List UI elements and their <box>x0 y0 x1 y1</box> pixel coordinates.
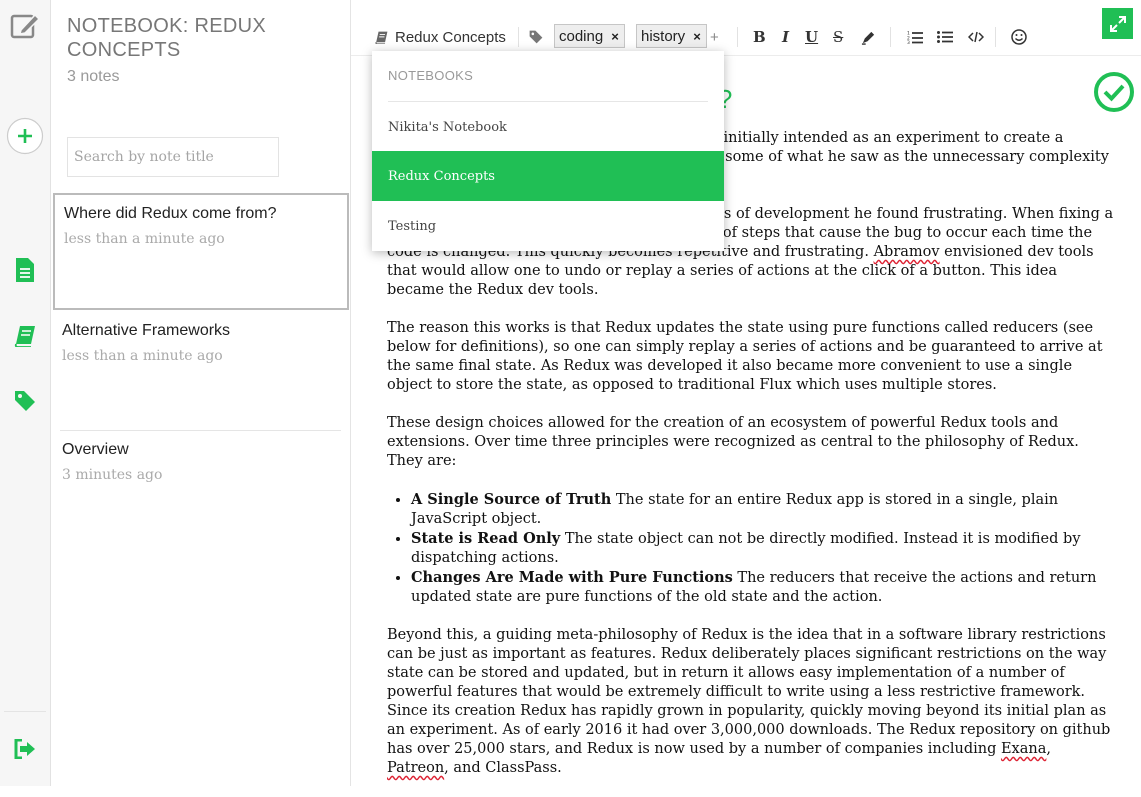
text-run: A Single Source of Truth <box>411 491 612 508</box>
note-title: Alternative Frameworks <box>62 322 231 339</box>
tag-label: history <box>641 27 686 45</box>
note-timestamp: 3 minutes ago <box>62 467 163 483</box>
expand-icon <box>1109 15 1126 32</box>
dropdown-header: NOTEBOOKS <box>388 68 474 83</box>
paragraph: The reason this works is that Redux upda… <box>387 320 1103 393</box>
note-list-panel: NOTEBOOK: REDUX CONCEPTS 3 notes Where d… <box>51 0 351 786</box>
paragraph: These design choices allowed for the cre… <box>387 415 1079 469</box>
code-icon[interactable] <box>968 26 984 48</box>
note-title: Overview <box>62 441 129 458</box>
plus-circle-icon <box>6 117 44 155</box>
note-timestamp: less than a minute ago <box>64 231 225 247</box>
paragraph: Beyond this, a guiding meta-philosophy o… <box>387 627 1107 700</box>
paragraph: Since its creation Redux has rapidly gro… <box>387 702 1117 778</box>
notebook-selector[interactable]: Redux Concepts <box>375 26 506 48</box>
text-run: , <box>1046 741 1051 757</box>
notebook-title: NOTEBOOK: REDUX CONCEPTS <box>67 15 266 61</box>
text-run: State is Read Only <box>411 530 561 547</box>
bold-button[interactable]: B <box>753 26 766 48</box>
editor-toolbar: Redux Concepts coding × history × + B I … <box>351 0 1141 56</box>
highlight-icon[interactable] <box>861 26 876 48</box>
notebooks-icon[interactable] <box>0 322 50 350</box>
toolbar-divider <box>518 27 519 47</box>
tag-chip: history × <box>636 24 707 48</box>
dropdown-item[interactable]: Testing <box>372 201 724 251</box>
svg-text:3: 3 <box>907 40 910 44</box>
principles-list: A Single Source of Truth The state for a… <box>387 490 1117 607</box>
toolbar-divider <box>737 27 738 47</box>
strikethrough-button[interactable]: S <box>833 26 843 48</box>
note-timestamp: less than a minute ago <box>62 348 223 364</box>
text-run: Abramov <box>873 244 940 260</box>
list-item: Changes Are Made with Pure Functions The… <box>411 568 1117 607</box>
note-item[interactable]: Alternative Frameworks less than a minut… <box>53 312 349 429</box>
tag-label: coding <box>559 27 604 45</box>
note-item[interactable]: Where did Redux come from? less than a m… <box>53 193 349 310</box>
text-run: Exana <box>1000 741 1047 757</box>
text-run: , and ClassPass. <box>444 760 562 776</box>
notes-icon[interactable] <box>0 256 50 284</box>
dropdown-item-selected[interactable]: Redux Concepts <box>372 151 724 201</box>
text-run: Changes Are Made with Pure Functions <box>411 569 733 586</box>
tags-icon[interactable] <box>0 389 50 413</box>
list-item: State is Read Only The state object can … <box>411 529 1117 568</box>
emoji-icon[interactable] <box>1011 26 1027 48</box>
remove-tag-icon[interactable]: × <box>611 29 619 44</box>
expand-button[interactable] <box>1102 8 1133 39</box>
add-notebook-button[interactable] <box>0 117 50 155</box>
notebook-dropdown: NOTEBOOKS Nikita's Notebook Redux Concep… <box>372 51 724 251</box>
ordered-list-icon[interactable]: 1 2 3 <box>907 26 923 48</box>
list-item: A Single Source of Truth The state for a… <box>411 490 1117 529</box>
dropdown-item[interactable]: Nikita's Notebook <box>372 102 724 152</box>
note-item[interactable]: Overview 3 minutes ago <box>53 431 349 548</box>
add-tag-button[interactable]: + <box>710 26 719 48</box>
app-sidebar <box>0 0 51 786</box>
notebook-selector-label: Redux Concepts <box>395 28 506 46</box>
remove-tag-icon[interactable]: × <box>693 29 701 44</box>
sidebar-divider <box>4 711 46 712</box>
bullet-list-icon[interactable] <box>937 26 953 48</box>
tag-chip: coding × <box>554 24 625 48</box>
underline-button[interactable]: U <box>805 26 818 48</box>
toolbar-divider <box>890 27 891 47</box>
toolbar-divider <box>995 27 996 47</box>
italic-button[interactable]: I <box>782 26 789 48</box>
tag-icon <box>529 26 543 48</box>
search-input[interactable] <box>67 137 279 177</box>
text-run: Patreon <box>387 760 445 776</box>
notebook-icon <box>375 31 388 44</box>
logout-icon[interactable] <box>0 738 50 760</box>
edit-note-icon[interactable] <box>0 10 50 42</box>
note-count: 3 notes <box>67 68 120 85</box>
note-title: Where did Redux come from? <box>64 205 277 222</box>
